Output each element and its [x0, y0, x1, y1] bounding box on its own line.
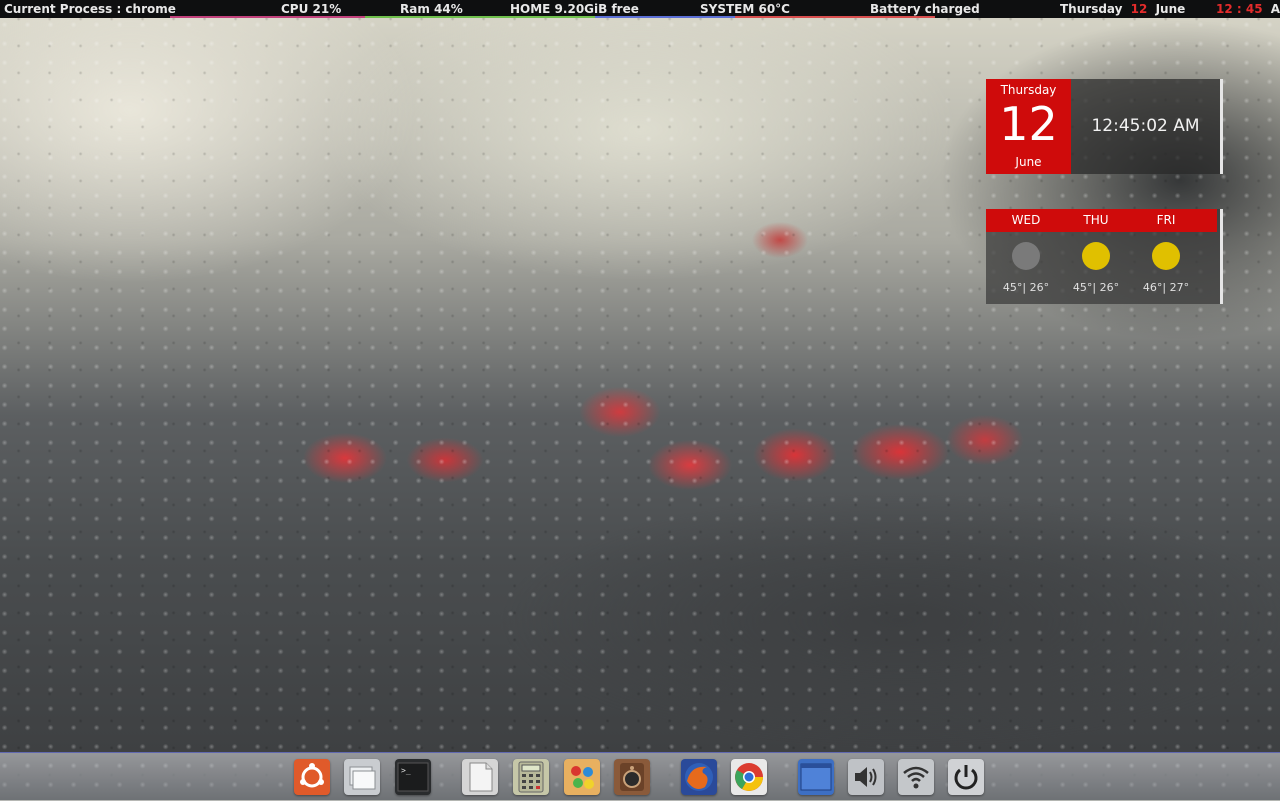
firefox-icon[interactable]: [681, 759, 717, 795]
panel-month: June: [1155, 2, 1186, 16]
cpu-underline: [170, 16, 365, 18]
top-status-panel: Current Process : chrome CPU 21% Ram 44%…: [0, 0, 1280, 18]
weather-temps: 46°| 27°: [1142, 281, 1190, 294]
panel-day: 12: [1130, 2, 1148, 16]
weather-temps: 45°| 26°: [1002, 281, 1050, 294]
panel-minutes: 45: [1245, 2, 1263, 16]
widget-weekday: Thursday: [1000, 83, 1057, 97]
battery-status: Battery charged: [870, 2, 980, 16]
date-tile: Thursday 12 June: [986, 79, 1071, 174]
audio-player-icon[interactable]: [614, 759, 650, 795]
panel-weekday: Thursday: [1060, 2, 1123, 16]
volume-icon[interactable]: [848, 759, 884, 795]
sun-icon: [1152, 242, 1180, 270]
cpu-usage: CPU 21%: [281, 2, 342, 16]
power-icon[interactable]: [948, 759, 984, 795]
home-disk-free: HOME 9.20GiB free: [510, 2, 639, 16]
wifi-icon[interactable]: [898, 759, 934, 795]
calculator-icon[interactable]: [513, 759, 549, 795]
weather-header: WED THU FRI: [986, 209, 1217, 232]
widget-month: June: [1015, 155, 1042, 169]
panel-ampm: AM: [1270, 2, 1280, 16]
file-manager-icon[interactable]: [344, 759, 380, 795]
sun-icon: [1082, 242, 1110, 270]
terminal-icon[interactable]: >_: [395, 759, 431, 795]
svg-text:>_: >_: [401, 766, 411, 775]
dock: >_: [0, 752, 1280, 801]
weather-widget: WED THU FRI 45°| 26° 45°| 26° 46°| 27°: [986, 209, 1223, 304]
panel-hours: 12: [1216, 2, 1233, 16]
widget-day: 12: [999, 97, 1058, 151]
weather-day-label: WED: [1011, 213, 1041, 227]
weather-temps: 45°| 26°: [1072, 281, 1120, 294]
weather-day-label: FRI: [1156, 213, 1176, 227]
chrome-icon[interactable]: [731, 759, 767, 795]
current-process-label: Current Process : chrome: [4, 2, 176, 16]
paint-icon[interactable]: [564, 759, 600, 795]
panel-date[interactable]: Thursday 12 June: [1060, 1, 1185, 17]
ubuntu-icon[interactable]: [294, 759, 330, 795]
weather-day-label: THU: [1083, 213, 1109, 227]
text-editor-icon[interactable]: [462, 759, 498, 795]
workspace-icon[interactable]: [798, 759, 834, 795]
system-temp: SYSTEM 60°C: [700, 2, 790, 16]
moon-icon: [1012, 242, 1040, 270]
widget-time: 12:45:02 AM: [1091, 116, 1200, 136]
panel-time-sep: :: [1236, 2, 1242, 16]
clock-widget: Thursday 12 June 12:45:02 AM: [986, 79, 1223, 174]
ram-usage: Ram 44%: [400, 2, 463, 16]
panel-clock[interactable]: 12 : 45 AM: [1216, 1, 1280, 17]
